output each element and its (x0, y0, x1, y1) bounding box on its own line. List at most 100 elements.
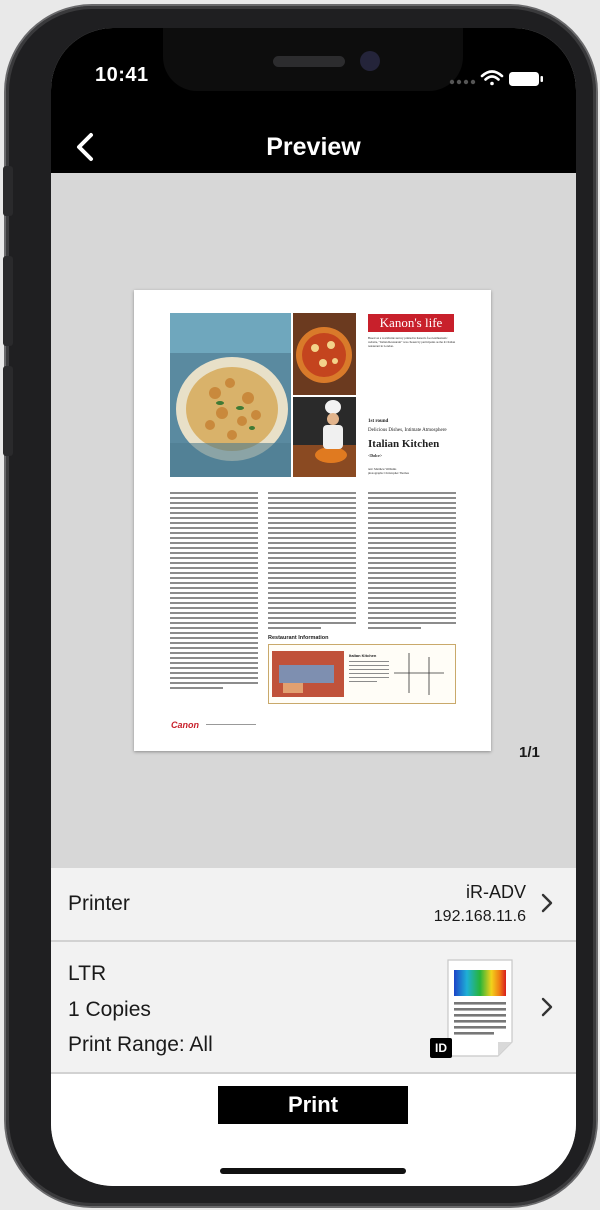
printer-row[interactable]: Printer iR-ADV 192.168.11.6 (51, 868, 576, 942)
text-line (368, 507, 456, 509)
text-line (368, 572, 456, 574)
text-line (368, 552, 456, 554)
text-line (170, 532, 258, 534)
text-line (268, 492, 356, 494)
text-line (170, 492, 258, 494)
document-settings-icon: ID (430, 956, 518, 1060)
text-line (268, 587, 356, 589)
text-line (368, 627, 421, 629)
bottom-bar: Print (51, 1074, 576, 1186)
text-line (170, 557, 258, 559)
text-line (170, 572, 258, 574)
front-camera (360, 51, 380, 71)
text-line (170, 617, 258, 619)
text-line (268, 532, 356, 534)
text-line (368, 562, 456, 564)
chevron-right-icon (541, 997, 553, 1017)
text-line (170, 582, 258, 584)
id-badge: ID (430, 1038, 452, 1058)
text-line (368, 502, 456, 504)
text-line (368, 592, 456, 594)
text-line (268, 542, 356, 544)
restaurant-info-box: Italian Kitchen (268, 644, 456, 704)
screen: 10:41 Preview Kanon's life Based on a wo… (51, 28, 576, 1186)
text-line (170, 507, 258, 509)
text-line (368, 527, 456, 529)
status-time: 10:41 (95, 64, 149, 86)
text-line (170, 672, 258, 674)
text-line (268, 537, 356, 539)
text-line (268, 577, 356, 579)
body-column-3 (368, 492, 456, 632)
battery-icon (509, 72, 543, 86)
chevron-right-icon (541, 893, 553, 913)
text-line (368, 512, 456, 514)
text-line (170, 592, 258, 594)
text-line (268, 617, 356, 619)
text-line (170, 647, 258, 649)
text-line (170, 622, 258, 624)
canon-logo: Canon (171, 720, 199, 730)
signal-dots-icon (449, 79, 476, 85)
text-line (170, 542, 258, 544)
text-line (268, 592, 356, 594)
text-line (268, 597, 356, 599)
home-indicator[interactable] (220, 1168, 406, 1174)
text-line (170, 682, 258, 684)
tagline: Delicious Dishes, Intimate Atmosphere (368, 428, 447, 433)
wifi-icon (480, 70, 504, 86)
body-column-1 (170, 492, 258, 692)
page-title: Preview (266, 133, 361, 161)
text-line (368, 557, 456, 559)
text-line (170, 567, 258, 569)
text-line (170, 497, 258, 499)
text-line (368, 547, 456, 549)
text-line (268, 502, 356, 504)
text-line (368, 597, 456, 599)
text-line (368, 602, 456, 604)
text-line (170, 522, 258, 524)
text-line (170, 667, 258, 669)
text-line (268, 567, 356, 569)
text-line (268, 497, 356, 499)
text-line (268, 562, 356, 564)
document-page-preview[interactable]: Kanon's life Based on a worldwide survey… (134, 290, 491, 751)
notch (163, 28, 463, 91)
text-line (170, 527, 258, 529)
print-button[interactable]: Print (218, 1086, 408, 1124)
text-line (170, 687, 223, 689)
text-line (170, 552, 258, 554)
volume-down-button (3, 366, 13, 456)
text-line (368, 532, 456, 534)
printer-label: Printer (68, 892, 130, 915)
text-line (268, 507, 356, 509)
pizza-photo (293, 313, 356, 395)
text-line (170, 587, 258, 589)
text-line (368, 492, 456, 494)
text-line (170, 607, 258, 609)
text-line (368, 522, 456, 524)
text-line (368, 577, 456, 579)
text-line (368, 517, 456, 519)
speaker-grille (273, 56, 345, 67)
body-column-2 (268, 492, 356, 632)
text-line (268, 627, 321, 629)
nav-bar: Preview (51, 123, 576, 173)
text-line (170, 602, 258, 604)
text-line (268, 582, 356, 584)
text-line (170, 612, 258, 614)
subhead: <Dolce> (368, 453, 383, 458)
phone-frame: 10:41 Preview Kanon's life Based on a wo… (3, 6, 596, 1206)
printer-name: iR-ADV (465, 882, 526, 902)
text-line (170, 627, 258, 629)
text-line (170, 502, 258, 504)
text-line (368, 607, 456, 609)
credits: text: Matthew Williams photographs: Chri… (368, 467, 409, 475)
page-indicator: 1/1 (519, 744, 540, 761)
print-settings-row[interactable]: LTR 1 Copies Print Range: All ID (51, 942, 576, 1074)
print-range: Print Range: All (68, 1033, 213, 1056)
text-line (268, 552, 356, 554)
text-line (368, 617, 456, 619)
headline: Italian Kitchen (368, 438, 440, 450)
text-line (368, 612, 456, 614)
